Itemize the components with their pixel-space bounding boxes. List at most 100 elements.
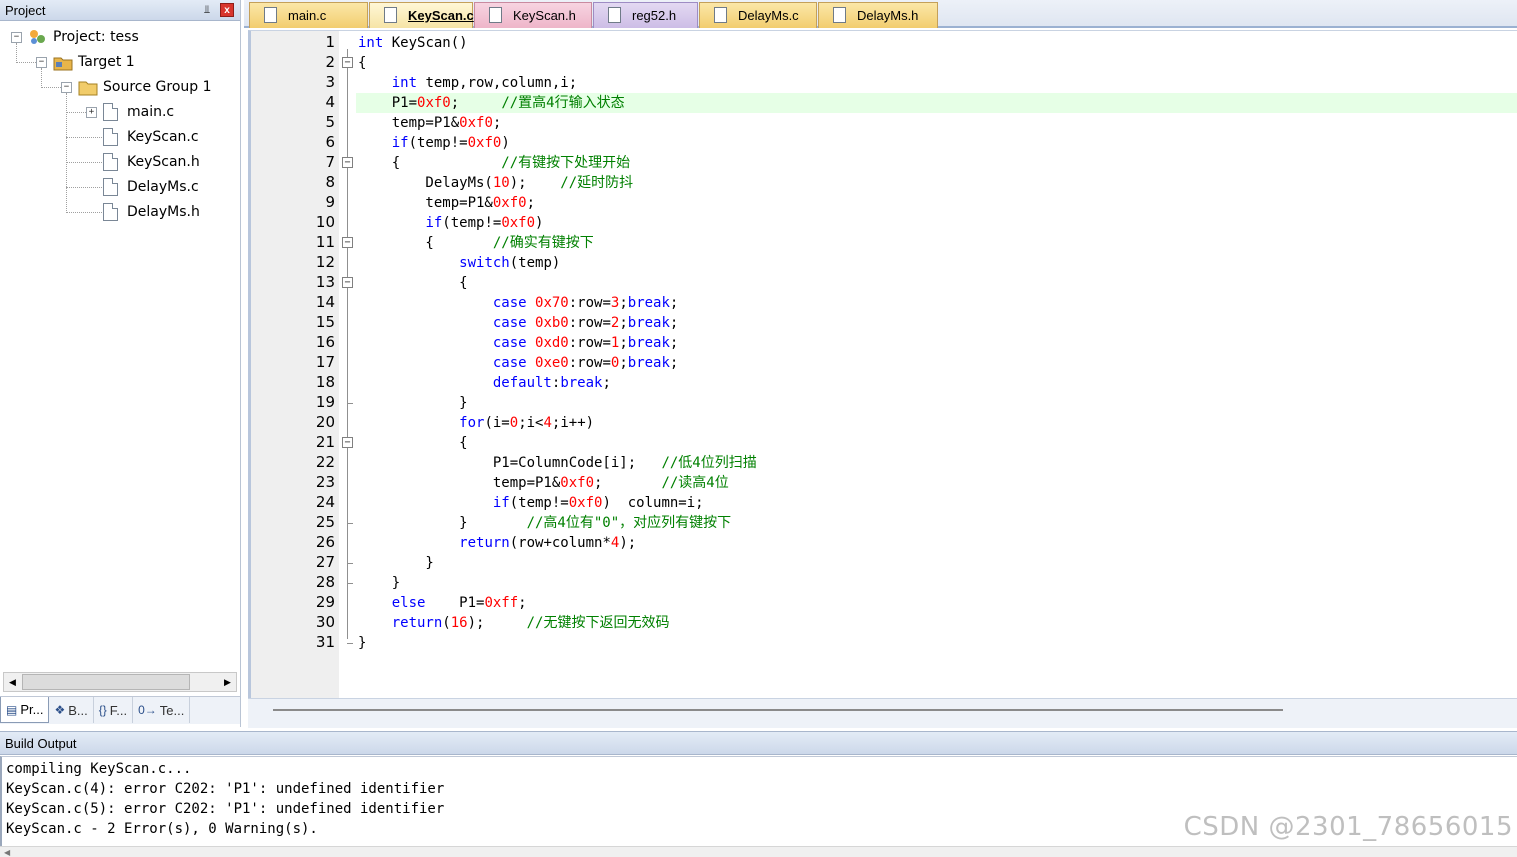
tree-label: Project: tess (53, 29, 139, 45)
line-number: 8 (325, 173, 335, 191)
code-line[interactable]: default:break; (356, 373, 1517, 393)
tree-target[interactable]: − Target 1 (36, 51, 135, 73)
tab-functions[interactable]: {} F... (94, 697, 134, 723)
code-line[interactable]: int temp,row,column,i; (356, 73, 1517, 93)
code-area[interactable]: int KeyScan(){ int temp,row,column,i; P1… (356, 31, 1517, 699)
code-line[interactable]: case 0xd0:row=1;break; (356, 333, 1517, 353)
build-output-line[interactable]: compiling KeyScan.c... (6, 759, 1513, 779)
code-editor[interactable]: 1 2 3 4 5 6 7 8 9 10 11 12 13 14 15 16 17 18 19 20 21 22 23 24 2… (248, 30, 1517, 699)
code-line[interactable]: } (356, 573, 1517, 593)
scroll-thumb[interactable] (22, 674, 190, 690)
tree-file-keyscan-c[interactable]: KeyScan.c (86, 126, 199, 148)
code-line[interactable]: { //有键按下处理开始 (356, 153, 1517, 173)
build-output-header: Build Output (0, 731, 1517, 755)
code-line[interactable]: case 0xb0:row=2;break; (356, 313, 1517, 333)
line-number: 2 (325, 53, 335, 71)
code-line[interactable]: { //确实有键按下 (356, 233, 1517, 253)
tab-delayms-c[interactable]: DelayMs.c (699, 2, 817, 28)
tab-keyscan-h[interactable]: KeyScan.h (474, 2, 592, 28)
line-number: 5 (325, 113, 335, 131)
fold-collapse-icon[interactable]: − (342, 57, 353, 68)
fold-collapse-icon[interactable]: − (342, 437, 353, 448)
scroll-left-arrow-icon[interactable]: ◀ (4, 673, 21, 691)
tab-books[interactable]: ❖ B... (49, 697, 94, 723)
project-horizontal-scrollbar[interactable]: ◀ ▶ (3, 672, 237, 692)
tab-templates[interactable]: 0→ Te... (133, 697, 191, 723)
fold-collapse-icon[interactable]: − (342, 277, 353, 288)
code-line[interactable]: for(i=0;i<4;i++) (356, 413, 1517, 433)
code-line[interactable]: DelayMs(10); //延时防抖 (356, 173, 1517, 193)
fold-guide (347, 49, 348, 639)
tree-file-delayms-c[interactable]: DelayMs.c (86, 176, 199, 198)
scroll-left-arrow-icon[interactable]: ◀ (4, 848, 10, 857)
close-icon[interactable]: x (220, 3, 234, 17)
code-line[interactable]: } (356, 393, 1517, 413)
line-number: 12 (315, 253, 335, 271)
line-number: 24 (315, 493, 335, 511)
code-line[interactable]: } (356, 633, 1517, 653)
line-number: 23 (315, 473, 335, 491)
code-line[interactable]: else P1=0xff; (356, 593, 1517, 613)
tree-project-root[interactable]: − Project: tess (11, 26, 139, 48)
fold-collapse-icon[interactable]: − (342, 237, 353, 248)
tree-label: Source Group 1 (103, 79, 212, 95)
code-line-current[interactable]: P1=0xf0; //置高4行输入状态 (356, 93, 1517, 113)
tree-file-main-c[interactable]: + main.c (86, 101, 174, 123)
fold-margin: − − − − − (339, 31, 356, 699)
expand-icon[interactable]: + (86, 106, 97, 118)
tree-file-delayms-h[interactable]: DelayMs.h (86, 201, 200, 223)
tree-source-group[interactable]: − Source Group 1 (61, 76, 212, 98)
tree-label: DelayMs.h (127, 204, 200, 220)
code-line[interactable]: int KeyScan() (356, 33, 1517, 53)
collapse-icon[interactable]: − (61, 81, 72, 93)
tree-label: Target 1 (78, 54, 135, 70)
line-number: 13 (315, 273, 335, 291)
code-line[interactable]: case 0x70:row=3;break; (356, 293, 1517, 313)
folder-icon (78, 78, 98, 96)
fold-end-marker (347, 583, 353, 584)
code-line[interactable]: P1=ColumnCode[i]; //低4位列扫描 (356, 453, 1517, 473)
line-number: 22 (315, 453, 335, 471)
code-line[interactable]: if(temp!=0xf0) column=i; (356, 493, 1517, 513)
scroll-track[interactable] (273, 709, 1283, 711)
pin-icon[interactable]: ⫫ (200, 3, 214, 17)
file-icon (103, 203, 118, 221)
scroll-right-arrow-icon[interactable]: ▶ (219, 673, 236, 691)
editor-horizontal-scrollbar[interactable] (248, 698, 1517, 728)
line-number: 6 (325, 133, 335, 151)
code-line[interactable]: if(temp!=0xf0) (356, 213, 1517, 233)
line-number: 17 (315, 353, 335, 371)
code-line[interactable]: { (356, 273, 1517, 293)
code-line[interactable]: } (356, 553, 1517, 573)
fold-end-marker (347, 403, 353, 404)
watermark: CSDN @2301_78656015 (1183, 812, 1513, 842)
code-line[interactable]: switch(temp) (356, 253, 1517, 273)
fold-end-marker (347, 643, 353, 644)
build-output-line[interactable]: KeyScan.c(4): error C202: 'P1': undefine… (6, 779, 1513, 799)
tab-project[interactable]: ▤ Pr... (0, 697, 50, 723)
code-line[interactable]: return(row+column*4); (356, 533, 1517, 553)
code-line[interactable]: case 0xe0:row=0;break; (356, 353, 1517, 373)
code-line[interactable]: if(temp!=0xf0) (356, 133, 1517, 153)
fold-collapse-icon[interactable]: − (342, 157, 353, 168)
line-number: 31 (315, 633, 335, 651)
code-line[interactable]: { (356, 433, 1517, 453)
code-line[interactable]: temp=P1&0xf0; (356, 113, 1517, 133)
code-line[interactable]: temp=P1&0xf0; //读高4位 (356, 473, 1517, 493)
code-line[interactable]: temp=P1&0xf0; (356, 193, 1517, 213)
code-line[interactable]: { (356, 53, 1517, 73)
tab-label: B... (68, 702, 88, 718)
collapse-icon[interactable]: − (36, 56, 47, 68)
tab-keyscan-c[interactable]: KeyScan.c (369, 2, 474, 28)
code-line[interactable]: return(16); //无键按下返回无效码 (356, 613, 1517, 633)
tree-file-keyscan-h[interactable]: KeyScan.h (86, 151, 200, 173)
file-icon (489, 7, 502, 23)
line-number: 28 (315, 573, 335, 591)
build-output-scrollbar[interactable]: ◀ (0, 846, 1517, 857)
file-icon (608, 7, 621, 23)
tab-main-c[interactable]: main.c (249, 2, 368, 28)
collapse-icon[interactable]: − (11, 31, 22, 43)
tab-reg52-h[interactable]: reg52.h (593, 2, 698, 28)
code-line[interactable]: } //高4位有"0"，对应列有键按下 (356, 513, 1517, 533)
tab-delayms-h[interactable]: DelayMs.h (818, 2, 938, 28)
